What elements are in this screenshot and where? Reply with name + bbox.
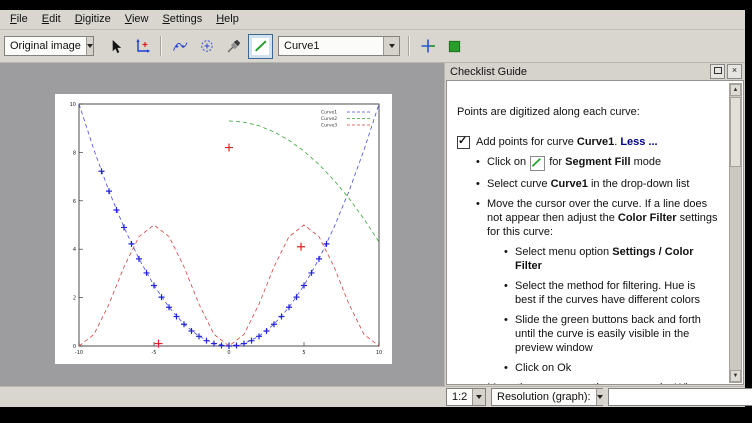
crosshair-icon [419, 38, 436, 55]
app-window: File Edit Digitize View Settings Help Or… [0, 10, 745, 407]
svg-text:5: 5 [302, 350, 305, 356]
scroll-down-icon: ▼ [733, 373, 739, 379]
menu-item-file[interactable]: File [3, 11, 35, 28]
checklist-step: Move the cursor over the curve again. Wh… [487, 381, 719, 385]
checklist-panel: Checklist Guide × Points are digitized a… [444, 63, 745, 386]
checklist-substep: Click on Ok [515, 361, 719, 375]
svg-text:8: 8 [73, 150, 76, 156]
add-points-label: Add points for curve Curve1. Less ... [476, 135, 658, 149]
chevron-down-icon[interactable] [596, 389, 603, 405]
curve-point-tool-button[interactable] [167, 34, 192, 59]
resolution-combo-value: Resolution (graph): [492, 391, 596, 403]
segment-fill-tool-button[interactable] [248, 34, 273, 59]
menu-item-help[interactable]: Help [209, 11, 246, 28]
checklist-substeps: Select menu option Settings / Color Filt… [487, 245, 719, 375]
add-points-row: ✓ Add points for curve Curve1. Less ... [457, 135, 719, 149]
menu-item-digitize[interactable]: Digitize [68, 11, 118, 28]
chevron-down-icon[interactable] [472, 389, 485, 405]
svg-text:Curve1: Curve1 [321, 110, 337, 116]
svg-text:Curve2: Curve2 [321, 116, 337, 122]
scroll-down-button[interactable]: ▼ [730, 370, 741, 382]
chevron-down-icon[interactable] [86, 37, 93, 55]
resolution-combo[interactable]: Resolution (graph): [491, 388, 603, 406]
status-input[interactable] [608, 388, 752, 406]
background-combo[interactable]: Original image [4, 36, 94, 56]
color-picker-tool-button[interactable] [221, 34, 246, 59]
svg-text:Curve3: Curve3 [321, 123, 337, 129]
checklist-substep: Slide the green buttons back and forth u… [515, 313, 719, 355]
main-area: -10 -5 0 5 10 0 2 4 6 8 10 Curve1Curve2Curve3 Check… [0, 63, 745, 386]
segment-fill-icon [530, 156, 545, 171]
close-icon: × [732, 65, 737, 75]
checklist-substep: Select the method for filtering. Hue is … [515, 279, 719, 307]
checklist-body: Points are digitized along each curve: ✓… [446, 80, 744, 385]
curve-combo-value: Curve1 [279, 40, 383, 52]
graph-view[interactable]: -10 -5 0 5 10 0 2 4 6 8 10 Curve1Curve2Curve3 [0, 63, 444, 386]
toolbar: Original image [0, 30, 745, 63]
axis-point-icon [134, 38, 151, 55]
view-filter-button[interactable] [442, 34, 467, 59]
graph-canvas[interactable]: -10 -5 0 5 10 0 2 4 6 8 10 Curve1Curve2Curve3 [55, 94, 392, 364]
toolbar-separator [408, 36, 410, 56]
check-icon: ✓ [458, 134, 467, 148]
undock-button[interactable] [710, 64, 725, 79]
checklist-step: Select curve Curve1 in the drop-down lis… [487, 177, 719, 191]
svg-text:10: 10 [376, 350, 382, 356]
checklist-titlebar: Checklist Guide × [445, 63, 745, 80]
curve-point-icon [171, 38, 188, 55]
background-combo-value: Original image [5, 40, 86, 52]
undock-icon [714, 67, 722, 74]
zoom-combo-value: 1:2 [447, 391, 472, 403]
svg-text:-5: -5 [152, 350, 157, 356]
checklist-intro: Points are digitized along each curve: [457, 105, 719, 119]
eyedropper-icon [225, 38, 242, 55]
axis-point-tool-button[interactable] [130, 34, 155, 59]
less-link[interactable]: Less ... [620, 136, 657, 148]
menu-item-settings[interactable]: Settings [155, 11, 209, 28]
menu-item-view[interactable]: View [118, 11, 156, 28]
checklist-substep: Select menu option Settings / Color Filt… [515, 245, 719, 273]
view-crosshair-button[interactable] [415, 34, 440, 59]
cursor-arrow-icon [107, 38, 124, 55]
svg-text:10: 10 [70, 102, 76, 108]
checklist-step: Click on for Segment Fill mode [487, 155, 719, 171]
scroll-up-icon: ▲ [733, 87, 739, 93]
svg-text:0: 0 [73, 344, 76, 350]
zoom-combo[interactable]: 1:2 [446, 388, 486, 406]
svg-text:2: 2 [73, 296, 76, 302]
curve-combo[interactable]: Curve1 [278, 36, 400, 56]
add-points-checkbox[interactable]: ✓ [457, 136, 470, 149]
scroll-up-button[interactable]: ▲ [730, 84, 741, 96]
point-match-icon [198, 38, 215, 55]
svg-text:0: 0 [227, 350, 230, 356]
segment-fill-icon [252, 38, 269, 55]
menu-bar: File Edit Digitize View Settings Help [0, 10, 745, 30]
status-bar: 1:2 Resolution (graph): [0, 386, 745, 407]
toolbar-separator [160, 36, 162, 56]
svg-text:4: 4 [73, 247, 76, 253]
checklist-step: Move the cursor over the curve. If a lin… [487, 197, 719, 375]
select-tool-button[interactable] [103, 34, 128, 59]
point-match-tool-button[interactable] [194, 34, 219, 59]
checklist-title: Checklist Guide [450, 66, 527, 78]
scrollbar-thumb[interactable] [730, 97, 741, 167]
svg-text:-10: -10 [75, 350, 83, 356]
plot-svg[interactable]: -10 -5 0 5 10 0 2 4 6 8 10 Curve1Curve2Curve3 [55, 94, 392, 364]
checklist-steps: Click on for Segment Fill mode Select cu… [457, 155, 719, 385]
close-button[interactable]: × [727, 64, 742, 79]
menu-item-edit[interactable]: Edit [35, 11, 68, 28]
checklist-scrollbar[interactable]: ▲ ▼ [729, 83, 742, 383]
chevron-down-icon[interactable] [383, 37, 399, 55]
green-square-icon [446, 38, 463, 55]
svg-text:6: 6 [73, 199, 76, 205]
